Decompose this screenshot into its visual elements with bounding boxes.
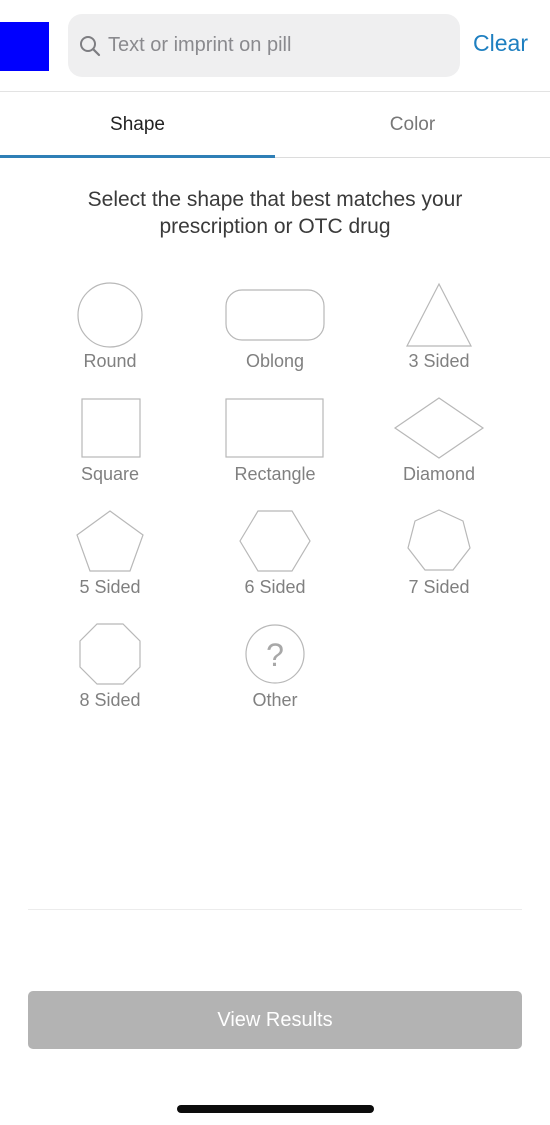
shape-option-diamond[interactable]: Diamond (364, 393, 514, 493)
shape-label: 5 Sided (79, 577, 141, 597)
tab-shape[interactable]: Shape (0, 92, 275, 158)
shape-option-8-sided[interactable]: 8 Sided (35, 619, 185, 719)
shape-label: 7 Sided (408, 577, 470, 597)
shape-option-oblong[interactable]: Oblong (200, 280, 350, 380)
shape-label: 6 Sided (244, 577, 306, 597)
round-icon (77, 282, 143, 348)
shape-option-other[interactable]: ? Other (200, 619, 350, 719)
shape-label: Other (252, 690, 298, 710)
shape-label: Oblong (245, 351, 305, 371)
diamond-icon (393, 397, 485, 459)
oblong-icon (225, 289, 325, 341)
shape-option-rectangle[interactable]: Rectangle (200, 393, 350, 493)
shape-label: Diamond (402, 464, 476, 484)
shape-option-round[interactable]: Round (35, 280, 185, 380)
view-results-button[interactable]: View Results (28, 991, 522, 1049)
shape-label: Rectangle (234, 464, 316, 484)
tab-shape-label: Shape (110, 114, 165, 135)
top-bar: Clear (0, 0, 550, 92)
shape-label: Square (80, 464, 140, 484)
instruction-text: Select the shape that best matches your … (87, 188, 463, 238)
shape-option-square[interactable]: Square (35, 393, 185, 493)
shape-option-5-sided[interactable]: 5 Sided (35, 506, 185, 606)
tab-color[interactable]: Color (275, 92, 550, 158)
shape-option-3-sided[interactable]: 3 Sided (364, 280, 514, 380)
shape-option-6-sided[interactable]: 6 Sided (200, 506, 350, 606)
heptagon-icon (407, 509, 471, 571)
search-icon (80, 36, 101, 57)
shape-label: 3 Sided (408, 351, 470, 371)
footer-divider (28, 909, 522, 910)
rectangle-icon (225, 398, 324, 458)
search-input[interactable] (108, 14, 448, 77)
question-mark-icon: ? (245, 624, 305, 684)
other-glyph: ? (266, 637, 284, 673)
shape-option-7-sided[interactable]: 7 Sided (364, 506, 514, 606)
triangle-icon (406, 282, 472, 347)
shape-label: Round (83, 351, 137, 371)
app-badge (0, 22, 49, 71)
shape-label: 8 Sided (79, 690, 141, 710)
search-box[interactable] (68, 14, 460, 77)
octagon-icon (79, 623, 141, 685)
hexagon-icon (239, 510, 311, 572)
active-tab-indicator (0, 155, 275, 158)
home-indicator (177, 1105, 374, 1113)
pentagon-icon (76, 510, 144, 572)
tab-color-label: Color (389, 114, 436, 135)
tab-bar: Shape Color (0, 92, 550, 158)
clear-button[interactable]: Clear (473, 30, 528, 57)
square-icon (81, 398, 141, 458)
